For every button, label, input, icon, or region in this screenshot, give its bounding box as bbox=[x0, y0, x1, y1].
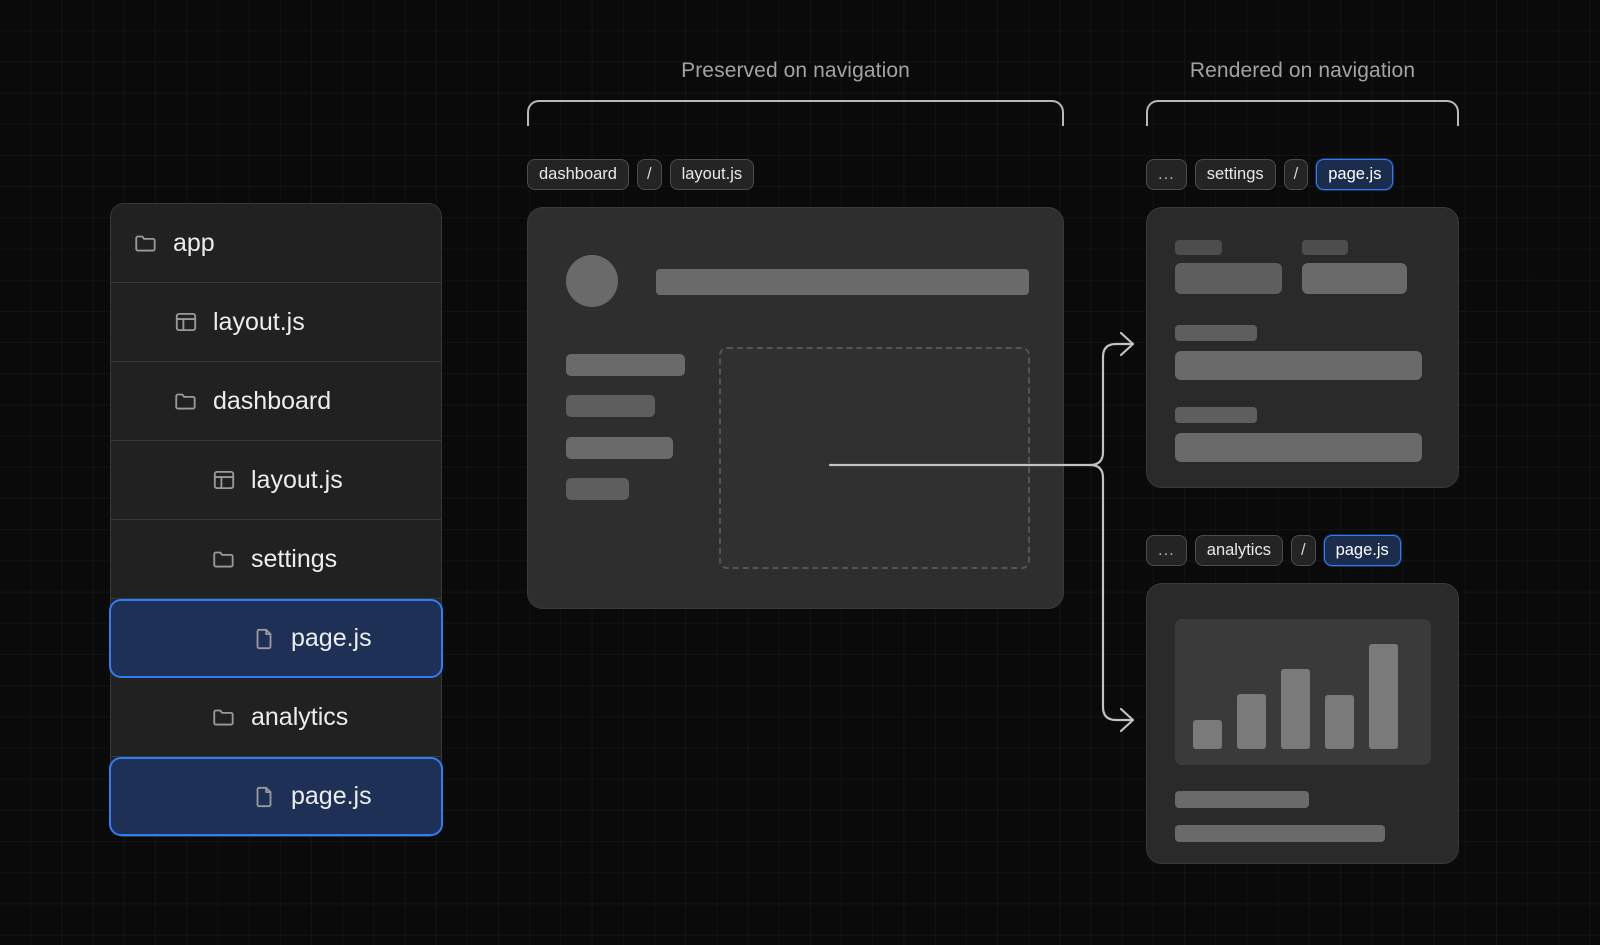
field-label-placeholder bbox=[1175, 240, 1222, 255]
breadcrumb-chip-segment[interactable]: dashboard bbox=[527, 159, 629, 190]
breadcrumb-chip-ellipsis[interactable]: ... bbox=[1146, 159, 1187, 190]
text-line-placeholder bbox=[1175, 825, 1385, 842]
breadcrumb-chip-ellipsis[interactable]: ... bbox=[1146, 535, 1187, 566]
breadcrumb-chip-segment[interactable]: layout.js bbox=[670, 159, 755, 190]
file-icon bbox=[251, 626, 277, 652]
tree-row-label: page.js bbox=[291, 784, 372, 809]
breadcrumb-chip-separator: / bbox=[637, 159, 662, 190]
caption-rendered: Rendered on navigation bbox=[1146, 59, 1459, 83]
chart-bar bbox=[1237, 694, 1266, 749]
breadcrumb-analytics-page: ... analytics / page.js bbox=[1146, 535, 1401, 566]
tree-row-page-js[interactable]: page.js bbox=[109, 599, 443, 678]
chart-bar bbox=[1193, 720, 1222, 749]
layout-icon bbox=[211, 467, 237, 493]
diagram-canvas: Preserved on navigation Rendered on navi… bbox=[0, 0, 1600, 945]
tree-row-dashboard[interactable]: dashboard bbox=[111, 362, 441, 441]
bracket-rendered bbox=[1146, 100, 1459, 126]
caption-preserved: Preserved on navigation bbox=[527, 59, 1064, 83]
field-input-placeholder bbox=[1175, 263, 1282, 294]
field-label-placeholder bbox=[1175, 325, 1257, 341]
nav-item-placeholder bbox=[566, 354, 685, 376]
breadcrumb-chip-active[interactable]: page.js bbox=[1324, 535, 1401, 566]
layout-icon bbox=[173, 309, 199, 335]
avatar bbox=[566, 255, 618, 307]
tree-row-label: settings bbox=[251, 547, 337, 572]
chart-bar bbox=[1325, 695, 1354, 749]
tree-row-label: layout.js bbox=[251, 468, 343, 493]
breadcrumb-chip-separator: / bbox=[1291, 535, 1316, 566]
nav-item-placeholder bbox=[566, 478, 629, 500]
tree-row-label: app bbox=[173, 231, 215, 256]
tree-row-app[interactable]: app bbox=[111, 204, 441, 283]
bracket-preserved bbox=[527, 100, 1064, 126]
breadcrumb-chip-separator: / bbox=[1284, 159, 1309, 190]
breadcrumb-settings-page: ... settings /page.js bbox=[1146, 159, 1393, 190]
tree-row-analytics[interactable]: analytics bbox=[111, 678, 441, 757]
field-input-placeholder bbox=[1175, 433, 1422, 462]
tree-row-layout-js[interactable]: layout.js bbox=[111, 283, 441, 362]
field-label-placeholder bbox=[1175, 407, 1257, 423]
breadcrumb-chip-segment[interactable]: settings bbox=[1195, 159, 1276, 190]
bar-chart bbox=[1175, 619, 1431, 765]
field-input-placeholder bbox=[1175, 351, 1422, 380]
chart-bar bbox=[1369, 644, 1398, 749]
file-icon bbox=[251, 784, 277, 810]
chart-bar bbox=[1281, 669, 1310, 749]
breadcrumb-chip-segment[interactable]: analytics bbox=[1195, 535, 1283, 566]
breadcrumb-dashboard-layout: dashboard / layout.js bbox=[527, 159, 754, 190]
file-tree: app layout.js dashboard layout.js settings pa… bbox=[110, 203, 442, 837]
field-input-placeholder bbox=[1302, 263, 1407, 294]
tree-row-label: dashboard bbox=[213, 389, 331, 414]
nav-item-placeholder bbox=[566, 395, 655, 417]
folder-icon bbox=[173, 388, 199, 414]
children-slot-outline bbox=[719, 347, 1030, 569]
tree-row-label: analytics bbox=[251, 705, 348, 730]
tree-row-settings[interactable]: settings bbox=[111, 520, 441, 599]
field-label-placeholder bbox=[1302, 240, 1348, 255]
tree-row-page-js[interactable]: page.js bbox=[109, 757, 443, 836]
nav-item-placeholder bbox=[566, 437, 673, 459]
breadcrumb-chip-active[interactable]: page.js bbox=[1316, 159, 1393, 190]
header-bar-placeholder bbox=[656, 269, 1029, 295]
tree-row-layout-js[interactable]: layout.js bbox=[111, 441, 441, 520]
tree-row-label: page.js bbox=[291, 626, 372, 651]
folder-icon bbox=[133, 230, 159, 256]
tree-row-label: layout.js bbox=[213, 310, 305, 335]
folder-icon bbox=[211, 704, 237, 730]
text-line-placeholder bbox=[1175, 791, 1309, 808]
settings-page-card bbox=[1146, 207, 1459, 488]
folder-icon bbox=[211, 546, 237, 572]
